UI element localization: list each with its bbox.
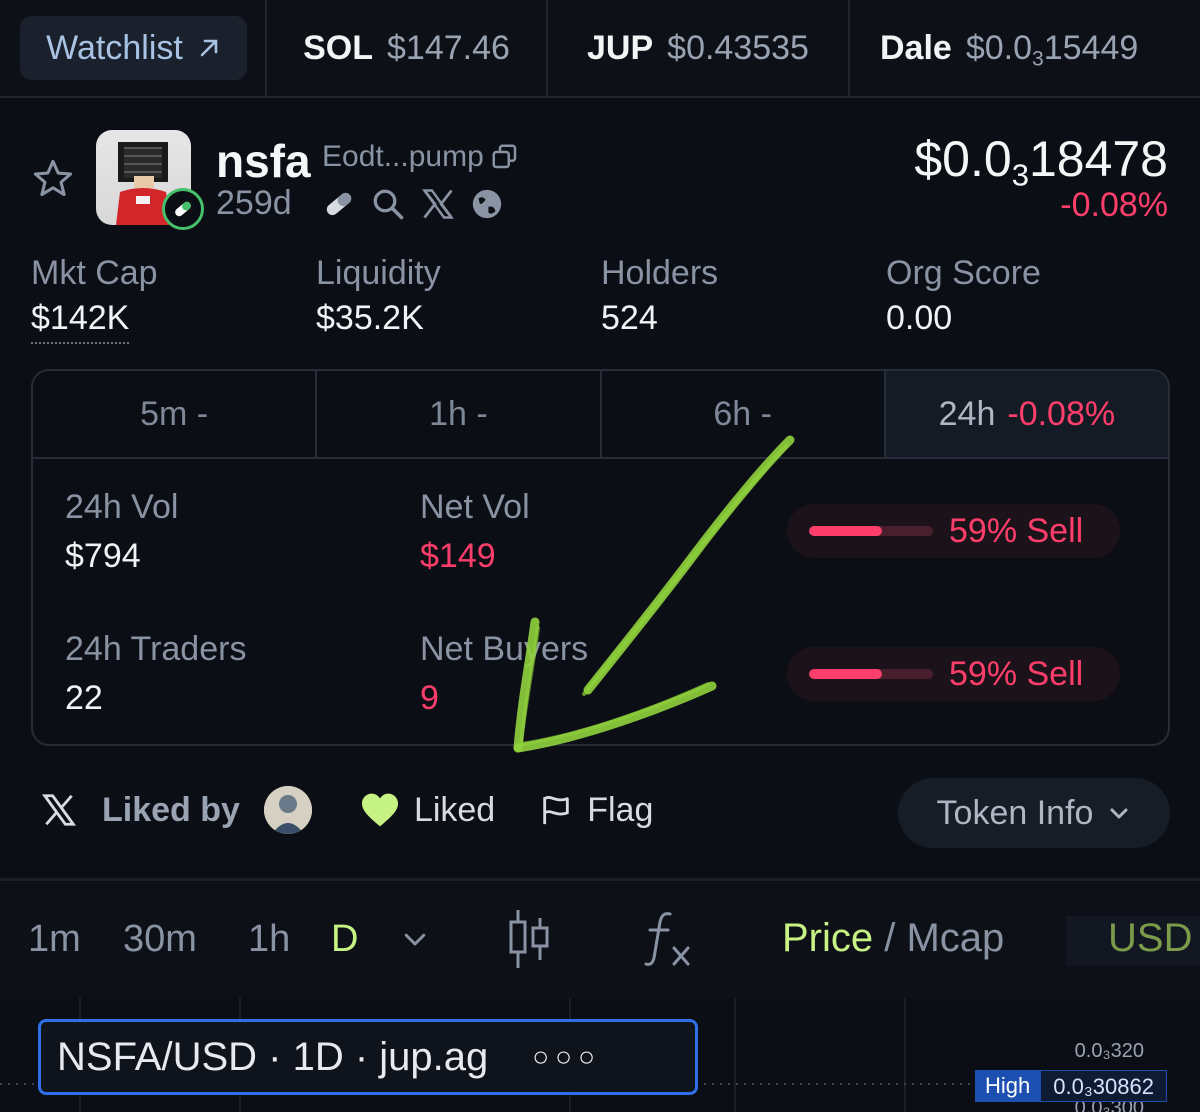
high-label: High: [975, 1070, 1041, 1102]
flag-label: Flag: [587, 790, 654, 829]
timeframe-1m[interactable]: 1m: [28, 918, 81, 961]
more-options-icon[interactable]: ○○○: [532, 1041, 601, 1073]
high-price-tag: High 0.0₃30862: [975, 1070, 1167, 1102]
flag-button[interactable]: Flag: [539, 791, 653, 830]
chart-legend[interactable]: NSFA/USD · 1D · jup.ag ○○○: [38, 1019, 698, 1095]
flag-icon: [543, 796, 569, 825]
candlestick-icon[interactable]: [506, 908, 554, 970]
chevron-down-icon[interactable]: [400, 924, 430, 954]
x-logo-icon[interactable]: [40, 791, 78, 829]
price-mcap-toggle[interactable]: Price / Mcap: [782, 916, 1004, 961]
chevron-down-icon: [1110, 808, 1128, 819]
currency-toggle[interactable]: USD: [1066, 916, 1200, 966]
chart-divider: [0, 878, 1200, 881]
high-value: 0.0₃30862: [1040, 1070, 1167, 1102]
liked-by-label: Liked by: [102, 790, 240, 829]
liker-avatar[interactable]: [263, 786, 312, 834]
indicators-fx-icon[interactable]: [644, 908, 694, 968]
y-axis-label: 0.0₃320: [1074, 1040, 1144, 1062]
token-info-label: Token Info: [936, 793, 1094, 832]
price-option[interactable]: Price: [782, 916, 873, 960]
liked-label: Liked: [413, 790, 496, 829]
chart-legend-text: NSFA/USD · 1D · jup.ag: [57, 1034, 489, 1079]
token-info-button[interactable]: Token Info: [898, 778, 1170, 848]
like-button[interactable]: Liked: [360, 791, 495, 830]
timeframe-1h[interactable]: 1h: [248, 918, 290, 961]
mcap-option[interactable]: Mcap: [906, 916, 1004, 960]
heart-icon: [361, 793, 398, 827]
timeframe-d[interactable]: D: [331, 918, 358, 961]
social-row: Liked by Liked Flag: [40, 786, 653, 834]
timeframe-30m[interactable]: 30m: [123, 918, 197, 961]
